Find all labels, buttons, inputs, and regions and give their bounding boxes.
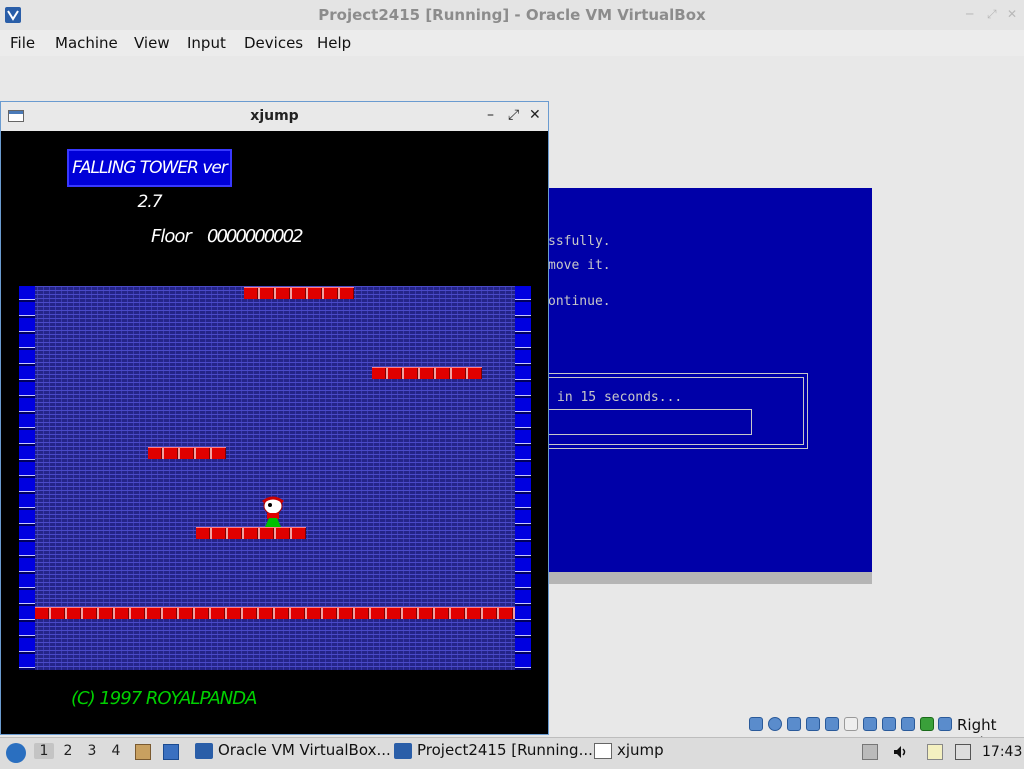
host-title-bar: Project2415 [Running] - Oracle VM Virtua… <box>0 0 1024 31</box>
guest-progress-bar <box>540 409 752 435</box>
player-character-icon <box>262 496 284 527</box>
menu-machine[interactable]: Machine <box>55 34 118 52</box>
usb-icon[interactable] <box>825 717 839 731</box>
task-label: Project2415 [Running... <box>417 741 593 759</box>
guest-text-line: move it. <box>548 258 611 273</box>
ledge <box>148 447 226 459</box>
shared-folders-icon[interactable] <box>844 717 858 731</box>
clock[interactable]: 17:43 <box>982 744 1022 760</box>
start-menu-icon[interactable] <box>6 743 26 763</box>
volume-icon[interactable] <box>892 744 908 760</box>
guest-text-line: ontinue. <box>548 294 611 309</box>
recording-icon[interactable] <box>882 717 896 731</box>
task-label: xjump <box>617 741 664 759</box>
keyboard-layout-icon[interactable] <box>862 744 878 760</box>
ledge <box>196 527 306 539</box>
workspace-4[interactable]: 4 <box>106 743 126 759</box>
menu-file[interactable]: File <box>10 34 35 52</box>
window-icon <box>594 742 612 759</box>
workspace-3[interactable]: 3 <box>82 743 102 759</box>
xjump-window-title: xjump <box>250 108 299 124</box>
floor-counter: 0000000002 <box>207 226 304 247</box>
optical-drive-icon[interactable] <box>768 717 782 731</box>
tower-playfield[interactable] <box>19 286 531 670</box>
ledge-floor <box>35 607 515 619</box>
ledge <box>244 287 354 299</box>
task-project-vm[interactable]: Project2415 [Running... <box>394 741 593 765</box>
task-virtualbox-manager[interactable]: Oracle VM VirtualBox... <box>195 741 391 765</box>
workspace-1[interactable]: 1 <box>34 743 54 759</box>
xjump-title-bar[interactable]: xjump – ⤢ ✕ <box>1 102 548 131</box>
menu-view[interactable]: View <box>134 34 170 52</box>
xjump-window[interactable]: xjump – ⤢ ✕ FALLING TOWER ver 2.7 Floor … <box>0 101 549 735</box>
ledge <box>372 367 482 379</box>
game-logo: FALLING TOWER ver 2.7 <box>67 149 232 212</box>
close-icon[interactable]: ✕ <box>1007 7 1017 21</box>
minimize-icon[interactable]: – <box>487 107 494 123</box>
task-label: Oracle VM VirtualBox... <box>218 741 391 759</box>
menu-devices[interactable]: Devices <box>244 34 303 52</box>
workspace-2[interactable]: 2 <box>58 743 78 759</box>
virtualbox-vm-icon <box>394 742 412 759</box>
network-icon[interactable] <box>806 717 820 731</box>
taskbar: 1 2 3 4 Oracle VM VirtualBox... Project2… <box>0 737 1024 769</box>
maximize-icon[interactable]: ⤢ <box>508 107 519 123</box>
virtualbox-icon <box>195 742 213 759</box>
minimize-icon[interactable]: ─ <box>966 7 973 21</box>
hard-disk-icon[interactable] <box>749 717 763 731</box>
maximize-icon[interactable]: ⤢ <box>987 7 997 22</box>
guest-countdown-text: in 15 seconds... <box>557 390 683 405</box>
guest-screen-shadow <box>549 572 872 584</box>
keyboard-capture-icon[interactable] <box>938 717 952 731</box>
file-manager-icon[interactable] <box>135 744 151 760</box>
tower-wall-right <box>515 286 531 670</box>
floor-label: Floor <box>151 226 192 247</box>
show-desktop-icon[interactable] <box>163 744 179 760</box>
network-status-icon[interactable] <box>955 744 971 760</box>
cpu-icon[interactable] <box>901 717 915 731</box>
clipboard-icon[interactable] <box>927 744 943 760</box>
vm-status-bar: Right Ctrl <box>744 716 1024 752</box>
host-window-title: Project2415 [Running] - Oracle VM Virtua… <box>318 6 706 24</box>
guest-text-line: ssfully. <box>548 234 611 249</box>
menu-help[interactable]: Help <box>317 34 351 52</box>
copyright-text: (C) 1997 ROYALPANDA <box>71 688 257 709</box>
tower-wall-left <box>19 286 35 670</box>
close-icon[interactable]: ✕ <box>529 107 541 123</box>
mouse-integration-icon[interactable] <box>920 717 934 731</box>
display-icon[interactable] <box>863 717 877 731</box>
task-xjump[interactable]: xjump <box>594 741 664 765</box>
audio-icon[interactable] <box>787 717 801 731</box>
menu-input[interactable]: Input <box>187 34 226 52</box>
menu-bar: File Machine View Input Devices Help <box>0 30 1024 56</box>
